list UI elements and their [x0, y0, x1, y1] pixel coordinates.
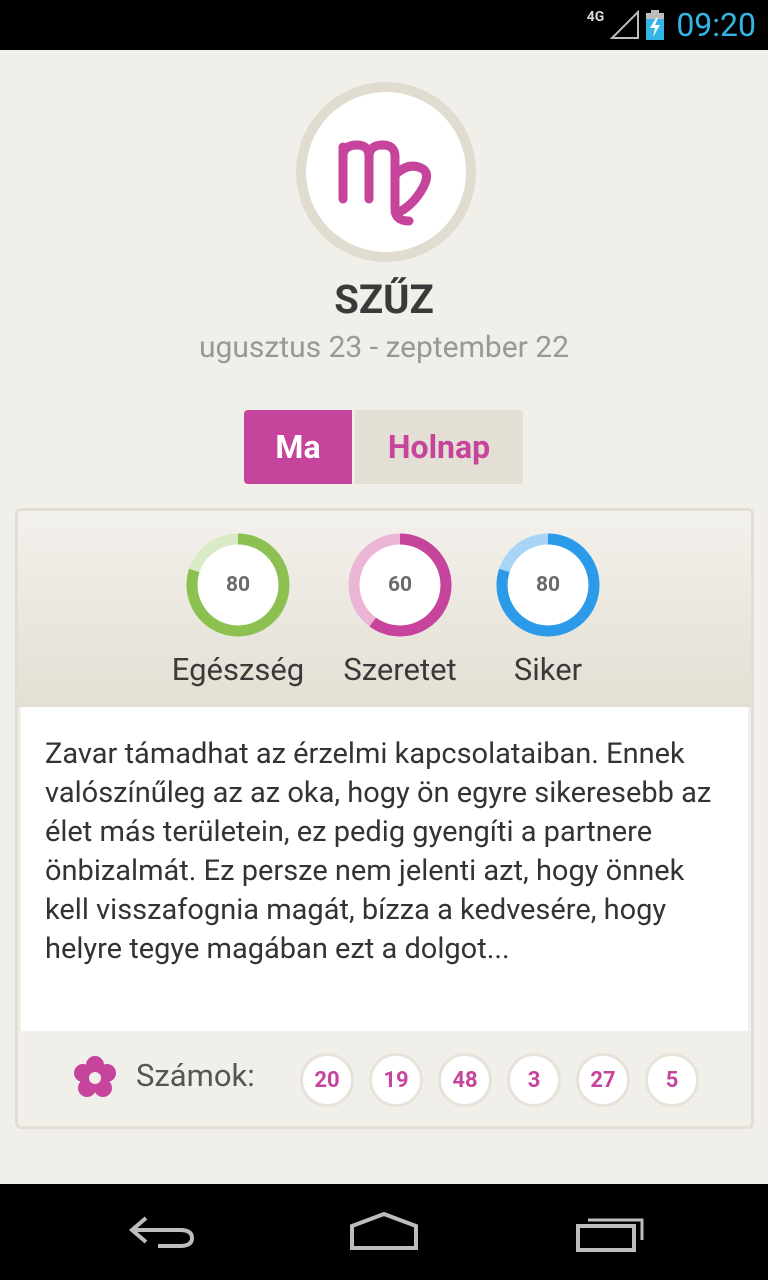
- lucky-numbers-row: Számok: 20 19 48 3 27 5: [18, 1031, 751, 1126]
- gauge-value: 80: [535, 573, 561, 597]
- sign-date-range: ugusztus 23 - zeptember 22: [199, 330, 569, 365]
- gauge-health: 80: [186, 533, 290, 637]
- status-clock: 09:20: [676, 6, 756, 44]
- sign-badge: [296, 82, 476, 262]
- lucky-number: 48: [438, 1053, 492, 1107]
- day-tabs: Ma Holnap: [244, 410, 523, 484]
- tab-today[interactable]: Ma: [244, 410, 352, 484]
- gauge-label-health: Egészség: [171, 651, 305, 688]
- lucky-number: 27: [576, 1053, 630, 1107]
- tab-tomorrow[interactable]: Holnap: [352, 410, 523, 484]
- gauge-value: 60: [387, 573, 413, 597]
- recent-apps-button[interactable]: [570, 1204, 650, 1260]
- battery-charging-icon: [646, 10, 665, 40]
- gauge-success: 80: [496, 533, 600, 637]
- horoscope-text-box: Zavar támadhat az érzelmi kapcsolataiban…: [21, 707, 748, 1031]
- back-button[interactable]: [120, 1204, 200, 1260]
- flower-icon: [74, 1056, 116, 1097]
- gauge-label-success: Siker: [513, 651, 583, 688]
- gauge-love: 60: [348, 533, 452, 637]
- lucky-number: 20: [300, 1053, 354, 1107]
- signal-icon: [610, 10, 640, 39]
- sign-name: SZŰZ: [334, 276, 434, 323]
- ratings-panel: 80 60 80 Egészség Szeretet Siker: [18, 511, 751, 707]
- horoscope-text: Zavar támadhat az érzelmi kapcsolataiban…: [45, 737, 712, 966]
- lucky-number: 19: [369, 1053, 423, 1107]
- home-icon: [350, 1211, 418, 1250]
- network-type: 4G: [586, 9, 605, 25]
- status-bar: 4G 09:20: [0, 0, 768, 50]
- gauge-value: 80: [225, 573, 251, 597]
- navigation-bar: [0, 1184, 768, 1280]
- back-icon: [128, 1216, 195, 1248]
- virgo-icon: [338, 140, 431, 226]
- numbers-label: Számok:: [136, 1057, 255, 1094]
- lucky-number: 5: [645, 1053, 699, 1107]
- home-button[interactable]: [344, 1204, 424, 1260]
- horoscope-card: 80 60 80 Egészség Szeretet Siker Zavar t…: [15, 508, 754, 1129]
- lucky-number: 3: [507, 1053, 561, 1107]
- recent-apps-icon: [576, 1218, 644, 1252]
